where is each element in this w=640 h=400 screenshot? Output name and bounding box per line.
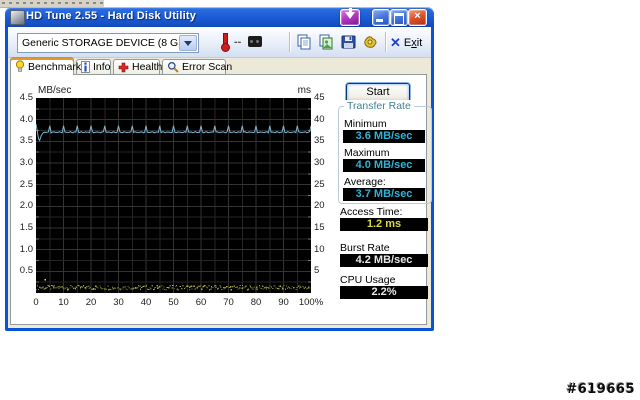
transfer-rate-groupbox: Transfer Rate Minimum 3.6 MB/sec Maximum… — [338, 100, 432, 204]
minimize-button[interactable] — [372, 9, 390, 26]
app-window: HD Tune 2.55 - Hard Disk Utility × Gener… — [5, 7, 434, 331]
y-right-tick-label: 10 — [314, 243, 325, 255]
copy-screenshot-button[interactable] — [318, 34, 335, 50]
copy-text-icon — [297, 34, 311, 50]
average-value: 3.7 MB/sec — [343, 188, 425, 201]
y-right-tick-label: 35 — [314, 135, 325, 147]
benchmark-chart-plot — [35, 98, 312, 293]
thermometer-icon — [220, 33, 230, 52]
toolbar-separator — [289, 32, 291, 52]
chevron-down-icon — [184, 41, 192, 46]
titlebar[interactable]: HD Tune 2.55 - Hard Disk Utility × — [5, 7, 434, 27]
y-right-tick-label: 45 — [314, 92, 325, 103]
y-right-tick-label: 15 — [314, 222, 325, 233]
access-time-value: 1.2 ms — [340, 218, 428, 231]
save-screenshot-button[interactable] — [340, 34, 357, 50]
window-title: HD Tune 2.55 - Hard Disk Utility — [26, 10, 197, 22]
tab-error-scan[interactable]: Error Scan — [162, 59, 232, 74]
maximum-value: 4.0 MB/sec — [343, 159, 425, 172]
tab-bar: Benchmark Info Health Error Scan — [8, 57, 431, 75]
watermark-id: #619665 — [566, 382, 635, 397]
temperature-value: -- — [234, 36, 242, 48]
lightbulb-icon — [15, 60, 25, 73]
tab-label: Benchmark — [28, 60, 82, 73]
toolbar-separator — [385, 32, 387, 52]
tab-label: Health — [132, 61, 163, 73]
burst-rate-label: Burst Rate — [340, 242, 390, 254]
minimum-value: 3.6 MB/sec — [343, 130, 425, 143]
page-background: { "window": { "title": "HD Tune 2.55 - H… — [0, 0, 640, 400]
save-icon — [341, 35, 356, 49]
tab-label: Error Scan — [182, 61, 233, 73]
down-arrow-icon — [345, 12, 355, 19]
options-button[interactable] — [362, 34, 379, 50]
app-icon — [10, 10, 25, 25]
maximum-label: Maximum — [344, 147, 390, 159]
y-left-tick-label: 2.0 — [19, 200, 33, 212]
y-right-tick-label: 20 — [314, 200, 325, 212]
device-select-value: Generic STORAGE DEVICE (8 GB) — [22, 37, 189, 49]
options-icon — [364, 36, 377, 48]
y-left-tick-label: 2.5 — [19, 178, 33, 190]
tab-content-benchmark: MB/sec ms 4.5 4.0 3.5 3.0 2.5 2.0 1.5 1.0 0.5 45 4… — [10, 74, 432, 325]
minimize-icon — [376, 19, 383, 22]
minimum-label: Minimum — [344, 118, 387, 130]
tab-benchmark[interactable]: Benchmark — [10, 57, 81, 75]
y-left-tick-label: 1.0 — [19, 243, 33, 255]
y-left-axis-label: MB/sec — [38, 85, 72, 96]
y-left-tick-label: 3.5 — [19, 135, 33, 147]
magnifier-icon — [167, 61, 179, 73]
y-left-tick-label: 0.5 — [19, 265, 33, 277]
x-tick-label: 100% — [298, 297, 324, 308]
burst-rate-value: 4.2 MB/sec — [340, 254, 428, 267]
device-select[interactable]: Generic STORAGE DEVICE (8 GB) — [17, 33, 199, 53]
capture-download-button[interactable] — [340, 8, 360, 26]
y-right-tick-label: 25 — [314, 178, 325, 190]
dropdown-arrow-button[interactable] — [179, 35, 197, 51]
average-label: Average: — [344, 176, 386, 188]
y-left-tick-label: 3.0 — [19, 157, 33, 168]
health-cross-icon — [118, 62, 129, 73]
y-left-tick-label: 4.5 — [19, 92, 33, 103]
close-icon: × — [414, 10, 421, 22]
copy-text-button[interactable] — [296, 34, 313, 50]
maximize-button[interactable] — [390, 9, 408, 26]
toolbar: Generic STORAGE DEVICE (8 GB) -- ✕ Exit — [8, 27, 431, 58]
tab-info[interactable]: Info — [76, 59, 111, 74]
y-right-tick-label: 5 — [314, 265, 320, 277]
access-time-label: Access Time: — [340, 206, 403, 218]
tab-health[interactable]: Health — [113, 59, 163, 74]
y-right-axis-label: ms — [297, 85, 311, 96]
exit-x-icon: ✕ — [390, 35, 401, 50]
exit-button[interactable]: ✕ Exit — [390, 35, 422, 51]
cpu-usage-label: CPU Usage — [340, 274, 396, 286]
y-right-tick-label: 30 — [314, 157, 325, 168]
groupbox-title: Transfer Rate — [344, 100, 414, 112]
close-button[interactable]: × — [408, 9, 427, 26]
copy-image-icon — [319, 34, 333, 50]
cpu-usage-value: 2.2% — [340, 286, 428, 299]
drive-status-icon — [248, 36, 262, 47]
maximize-icon — [394, 13, 404, 25]
exit-label: Exit — [403, 37, 423, 49]
tab-label: Info — [93, 61, 111, 73]
info-icon — [81, 61, 90, 73]
y-left-tick-label: 4.0 — [19, 113, 33, 125]
y-right-tick-label: 40 — [314, 113, 325, 125]
y-left-tick-label: 1.5 — [19, 222, 33, 233]
